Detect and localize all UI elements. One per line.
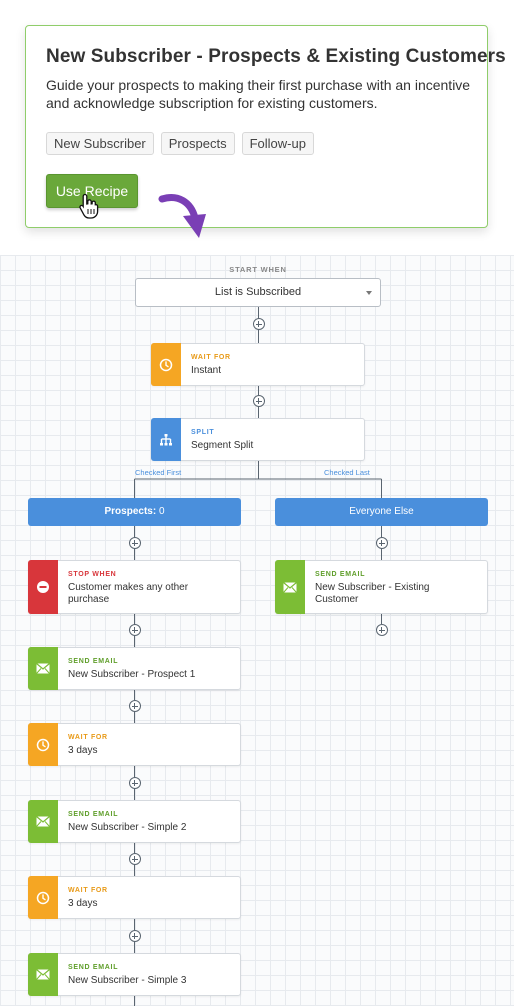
- step-type: WAIT FOR: [68, 887, 108, 894]
- caret-down-icon: [366, 291, 372, 295]
- step-type: SEND EMAIL: [68, 964, 119, 971]
- step-wait-3-days[interactable]: WAIT FOR 3 days: [28, 876, 241, 919]
- branch-prospects[interactable]: Prospects: 0: [28, 498, 241, 526]
- step-type: SPLIT: [191, 429, 215, 436]
- step-name: 3 days: [68, 898, 98, 909]
- split-icon: [151, 418, 181, 461]
- add-step-button[interactable]: [252, 395, 265, 407]
- add-step-button[interactable]: [128, 700, 141, 712]
- step-send-email-simple-3[interactable]: SEND EMAIL New Subscriber - Simple 3: [28, 953, 241, 996]
- step-type: WAIT FOR: [191, 354, 231, 361]
- clock-icon: [28, 876, 58, 919]
- step-wait-3-days[interactable]: WAIT FOR 3 days: [28, 723, 241, 766]
- branch-title: Everyone Else: [349, 506, 414, 517]
- step-name: New Subscriber - Simple 2: [68, 822, 187, 833]
- step-type: WAIT FOR: [68, 734, 108, 741]
- add-step-button[interactable]: [128, 930, 141, 942]
- add-step-button[interactable]: [252, 318, 265, 330]
- step-name: 3 days: [68, 745, 98, 756]
- add-step-button[interactable]: [128, 537, 141, 549]
- trigger-value: List is Subscribed: [214, 286, 302, 298]
- email-icon: [28, 953, 58, 996]
- add-step-button[interactable]: [128, 853, 141, 865]
- step-name: Customer makes any other purchase: [68, 582, 189, 605]
- step-name: New Subscriber - Existing Customer: [315, 582, 430, 605]
- step-type: SEND EMAIL: [315, 571, 366, 578]
- branch-everyone-else[interactable]: Everyone Else: [275, 498, 488, 526]
- add-step-button[interactable]: [128, 624, 141, 636]
- branch-label-last: Checked Last: [324, 468, 370, 477]
- step-stop-when[interactable]: STOP WHEN Customer makes any other purch…: [28, 560, 241, 614]
- step-send-email-existing[interactable]: SEND EMAIL New Subscriber - Existing Cus…: [275, 560, 488, 614]
- step-send-email-simple-2[interactable]: SEND EMAIL New Subscriber - Simple 2: [28, 800, 241, 843]
- add-step-button[interactable]: [375, 537, 388, 549]
- email-icon: [275, 560, 305, 614]
- step-name: New Subscriber - Prospect 1: [68, 669, 196, 680]
- add-step-button[interactable]: [128, 777, 141, 789]
- step-name: Segment Split: [191, 440, 254, 451]
- branch-label-first: Checked First: [135, 468, 182, 477]
- add-step-button[interactable]: [375, 624, 388, 636]
- branch-title: Prospects:: [104, 506, 157, 517]
- email-icon: [28, 647, 58, 690]
- step-wait-instant[interactable]: WAIT FOR Instant: [151, 343, 365, 386]
- step-segment-split[interactable]: SPLIT Segment Split: [151, 418, 365, 461]
- step-type: SEND EMAIL: [68, 658, 119, 665]
- trigger-select[interactable]: List is Subscribed: [135, 278, 381, 307]
- step-type: STOP WHEN: [68, 571, 117, 578]
- step-name: New Subscriber - Simple 3: [68, 975, 187, 986]
- clock-icon: [28, 723, 58, 766]
- branch-count: 0: [158, 506, 165, 517]
- email-icon: [28, 800, 58, 843]
- stop-icon: [28, 560, 58, 614]
- start-when-label: START WHEN: [229, 265, 287, 274]
- clock-icon: [151, 343, 181, 386]
- step-name: Instant: [191, 365, 222, 376]
- step-type: SEND EMAIL: [68, 811, 119, 818]
- step-send-email-prospect-1[interactable]: SEND EMAIL New Subscriber - Prospect 1: [28, 647, 241, 690]
